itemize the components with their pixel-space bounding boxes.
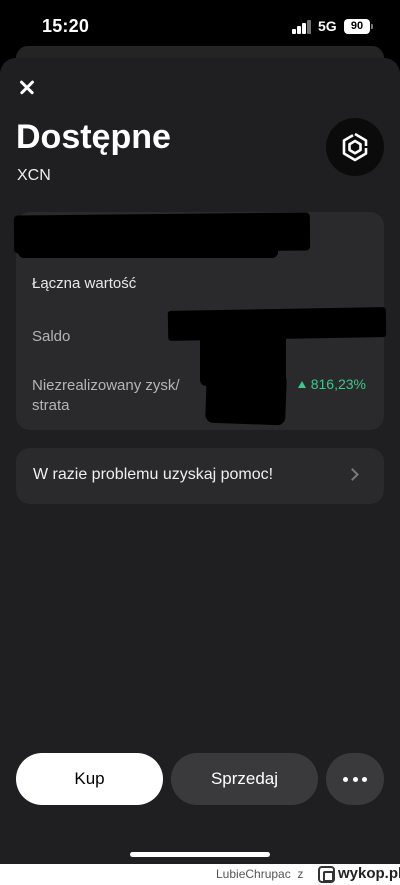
pnl-label-line1: Niezrealizowany zysk/ — [32, 377, 180, 394]
wykop-logo-icon — [318, 866, 335, 883]
status-bar: 15:20 5G 90 — [0, 0, 400, 50]
watermark-footer: LubieChrupac z wykop.pl — [0, 864, 400, 885]
redaction-scribble — [18, 240, 278, 258]
more-options-button[interactable] — [326, 753, 384, 805]
footer-author: LubieChrupac z — [216, 867, 304, 881]
coin-ticker: XCN — [17, 167, 51, 184]
buy-button[interactable]: Kup — [16, 753, 163, 805]
pnl-label: Niezrealizowany zysk/ strata — [32, 376, 180, 416]
page-title: Dostępne — [16, 118, 171, 156]
redaction-scribble — [205, 370, 287, 426]
battery-tip — [371, 24, 373, 29]
home-indicator — [130, 852, 270, 857]
more-dots-icon — [343, 777, 348, 782]
total-value-label: Łączna wartość — [32, 275, 137, 292]
help-link-label: W razie problemu uzyskaj pomoc! — [33, 466, 274, 483]
close-icon[interactable] — [16, 75, 42, 101]
battery-icon: 90 — [344, 19, 370, 34]
sell-button[interactable]: Sprzedaj — [171, 753, 318, 805]
network-type: 5G — [318, 18, 337, 34]
triangle-up-icon — [297, 381, 306, 388]
pnl-percent: 816,23% — [297, 376, 366, 392]
status-time: 15:20 — [42, 16, 90, 36]
cellular-signal-icon — [292, 20, 312, 34]
onyxcoin-logo-icon — [326, 118, 384, 176]
pnl-label-line2: strata — [32, 397, 70, 414]
balance-label: Saldo — [32, 328, 71, 345]
footer-site: wykop.pl — [338, 865, 400, 882]
